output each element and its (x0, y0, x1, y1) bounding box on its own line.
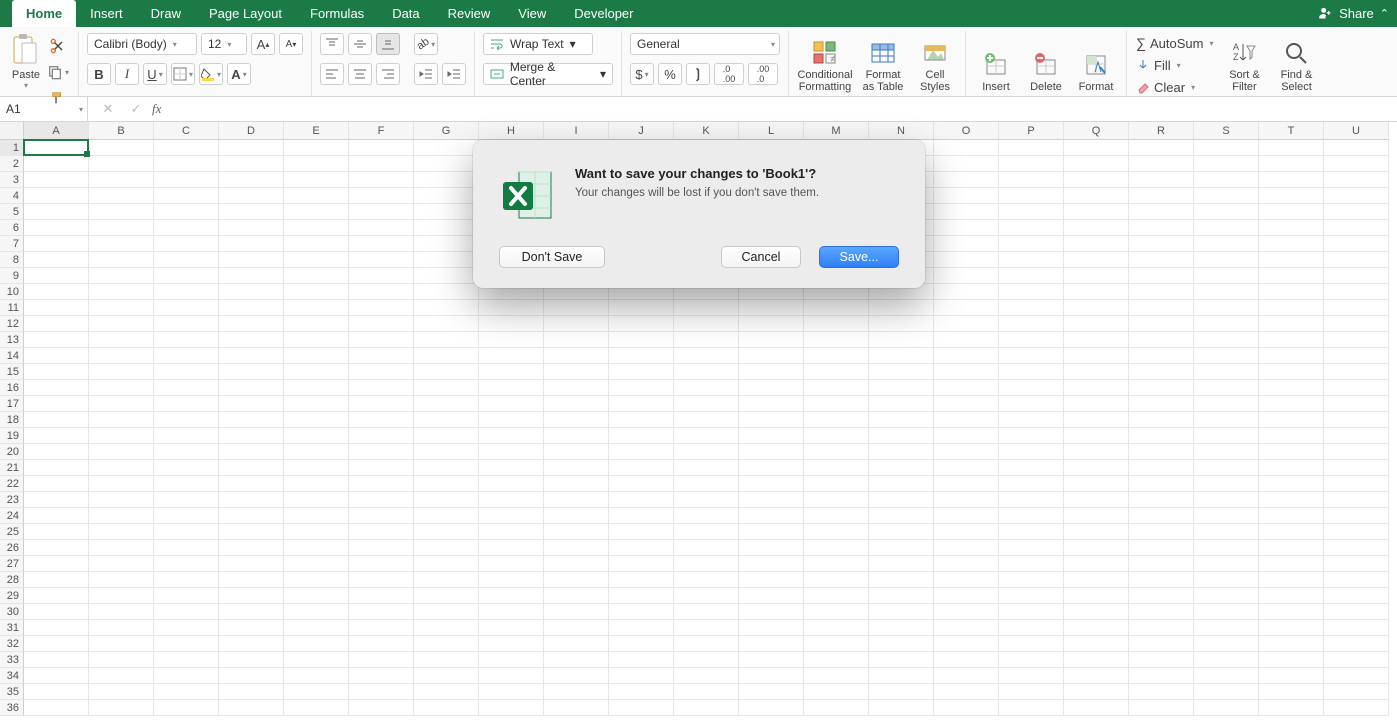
cancel-button[interactable]: Cancel (721, 246, 801, 268)
dialog-title: Want to save your changes to 'Book1'? (575, 166, 819, 181)
excel-app-icon (499, 166, 557, 224)
dont-save-button[interactable]: Don't Save (499, 246, 605, 268)
dialog-message: Your changes will be lost if you don't s… (575, 187, 819, 199)
save-button[interactable]: Save... (819, 246, 899, 268)
modal-overlay: Want to save your changes to 'Book1'? Yo… (0, 0, 1397, 723)
save-dialog: Want to save your changes to 'Book1'? Yo… (473, 140, 925, 288)
